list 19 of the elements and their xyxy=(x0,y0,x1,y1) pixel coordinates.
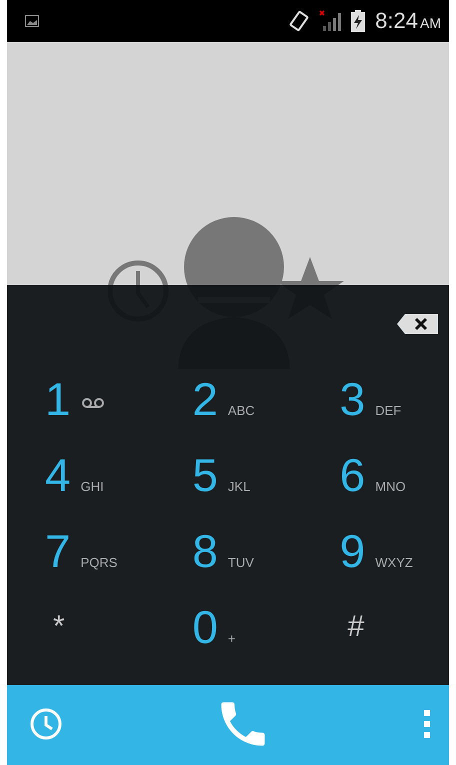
dial-key[interactable]: 5 JKL xyxy=(154,437,302,513)
dial-key[interactable]: # xyxy=(302,589,449,665)
dial-key[interactable]: 7 PQRS xyxy=(7,513,154,589)
dial-key[interactable]: 3 DEF xyxy=(302,361,449,437)
dial-key[interactable]: 9 WXYZ xyxy=(302,513,449,589)
image-icon xyxy=(25,15,39,27)
dial-key[interactable]: 8 TUV xyxy=(154,513,302,589)
dial-key[interactable]: 6 MNO xyxy=(302,437,449,513)
battery-charging-icon xyxy=(351,10,366,32)
dial-key[interactable]: * xyxy=(7,589,154,665)
dial-key[interactable]: 2 ABC xyxy=(154,361,302,437)
vibrate-icon xyxy=(289,10,310,32)
voicemail-icon xyxy=(80,397,105,409)
dial-key[interactable]: 4 GHI xyxy=(7,437,154,513)
dial-key[interactable]: 1 xyxy=(7,361,154,437)
status-time: 8:24AM xyxy=(375,8,441,34)
signal-icon xyxy=(319,10,342,32)
backspace-button[interactable] xyxy=(397,313,439,335)
dial-key[interactable]: 0 + xyxy=(154,589,302,665)
